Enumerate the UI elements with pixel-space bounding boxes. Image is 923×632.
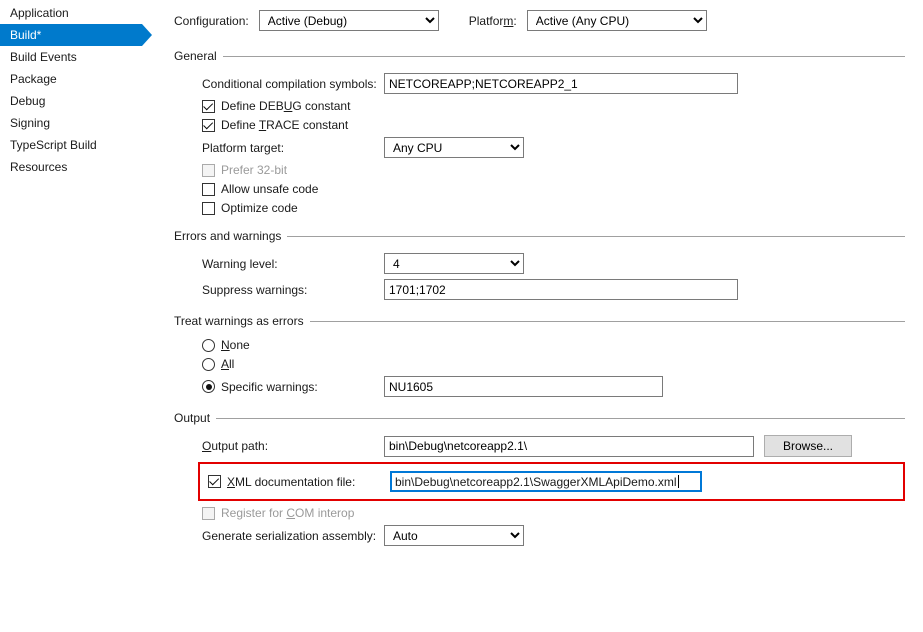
- general-title: General: [174, 49, 217, 63]
- sidebar-item-typescript-build[interactable]: TypeScript Build: [0, 134, 142, 156]
- define-trace-checkbox[interactable]: [202, 119, 215, 132]
- optimize-code-checkbox[interactable]: [202, 202, 215, 215]
- define-trace-label: Define TRACE constant: [221, 118, 348, 132]
- output-section: Output Output path: Browse... XML docume…: [174, 411, 905, 546]
- suppress-warnings-label: Suppress warnings:: [202, 283, 384, 297]
- sidebar-item-signing[interactable]: Signing: [0, 112, 142, 134]
- xml-doc-input[interactable]: bin\Debug\netcoreapp2.1\SwaggerXMLApiDem…: [390, 471, 702, 492]
- conditional-symbols-input[interactable]: [384, 73, 738, 94]
- platform-target-label: Platform target:: [202, 141, 384, 155]
- platform-select[interactable]: Active (Any CPU): [527, 10, 707, 31]
- define-debug-label: Define DEBUG constant: [221, 99, 350, 113]
- platform-target-select[interactable]: Any CPU: [384, 137, 524, 158]
- xml-doc-highlight: XML documentation file: bin\Debug\netcor…: [198, 462, 905, 501]
- optimize-code-label: Optimize code: [221, 201, 298, 215]
- sidebar: Application Build* Build Events Package …: [0, 0, 142, 632]
- treat-warnings-section: Treat warnings as errors None All Specif…: [174, 314, 905, 397]
- suppress-warnings-input[interactable]: [384, 279, 738, 300]
- twae-all-radio[interactable]: [202, 358, 215, 371]
- sidebar-item-build[interactable]: Build*: [0, 24, 142, 46]
- output-title: Output: [174, 411, 210, 425]
- prefer-32bit-label: Prefer 32-bit: [221, 163, 287, 177]
- gen-serialization-label: Generate serialization assembly:: [202, 529, 384, 543]
- treat-warnings-title: Treat warnings as errors: [174, 314, 304, 328]
- register-com-label: Register for COM interop: [221, 506, 354, 520]
- twae-specific-input[interactable]: [384, 376, 663, 397]
- prefer-32bit-checkbox: [202, 164, 215, 177]
- output-path-input[interactable]: [384, 436, 754, 457]
- config-platform-row: Configuration: Active (Debug) Platform: …: [174, 10, 905, 31]
- sidebar-item-application[interactable]: Application: [0, 2, 142, 24]
- twae-specific-label: Specific warnings:: [221, 380, 384, 394]
- xml-doc-checkbox[interactable]: [208, 475, 221, 488]
- allow-unsafe-label: Allow unsafe code: [221, 182, 318, 196]
- sidebar-item-package[interactable]: Package: [0, 68, 142, 90]
- general-section: General Conditional compilation symbols:…: [174, 49, 905, 215]
- warning-level-label: Warning level:: [202, 257, 384, 271]
- twae-all-label: All: [221, 357, 234, 371]
- sidebar-item-resources[interactable]: Resources: [0, 156, 142, 178]
- errors-warnings-title: Errors and warnings: [174, 229, 281, 243]
- register-com-checkbox: [202, 507, 215, 520]
- xml-doc-label: XML documentation file:: [227, 475, 390, 489]
- configuration-label: Configuration:: [174, 14, 249, 28]
- errors-warnings-section: Errors and warnings Warning level: 4 Sup…: [174, 229, 905, 300]
- build-page: Configuration: Active (Debug) Platform: …: [142, 0, 923, 632]
- sidebar-item-debug[interactable]: Debug: [0, 90, 142, 112]
- output-path-label: Output path:: [202, 439, 384, 453]
- allow-unsafe-checkbox[interactable]: [202, 183, 215, 196]
- sidebar-item-build-events[interactable]: Build Events: [0, 46, 142, 68]
- warning-level-select[interactable]: 4: [384, 253, 524, 274]
- twae-specific-radio[interactable]: [202, 380, 215, 393]
- browse-button[interactable]: Browse...: [764, 435, 852, 457]
- configuration-select[interactable]: Active (Debug): [259, 10, 439, 31]
- define-debug-checkbox[interactable]: [202, 100, 215, 113]
- gen-serialization-select[interactable]: Auto: [384, 525, 524, 546]
- twae-none-radio[interactable]: [202, 339, 215, 352]
- conditional-symbols-label: Conditional compilation symbols:: [202, 77, 384, 91]
- twae-none-label: None: [221, 338, 250, 352]
- platform-label: Platform:: [469, 14, 517, 28]
